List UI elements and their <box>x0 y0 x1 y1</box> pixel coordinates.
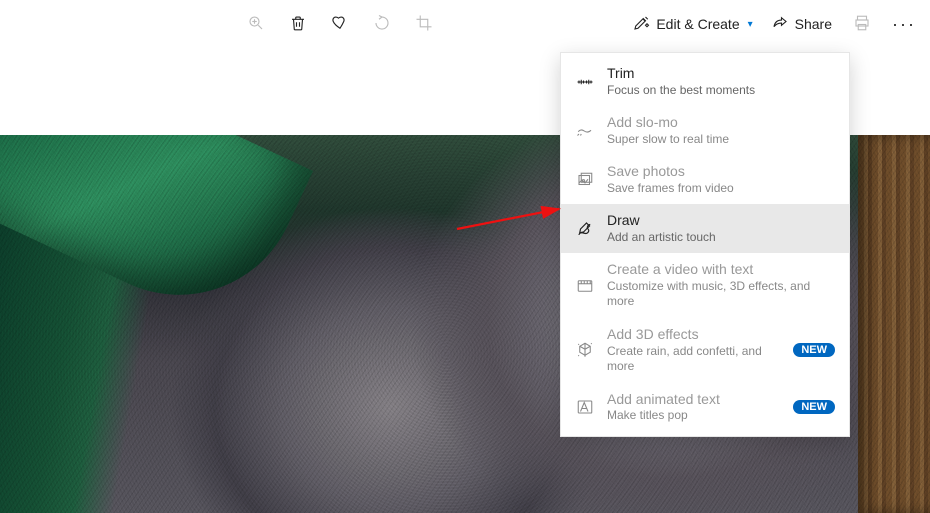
menu-item-text: TrimFocus on the best moments <box>607 65 835 98</box>
slomo-icon <box>575 122 595 140</box>
menu-item-text: Add animated textMake titles pop <box>607 391 781 424</box>
menu-item-subtitle: Make titles pop <box>607 408 781 424</box>
menu-item-subtitle: Focus on the best moments <box>607 83 835 99</box>
savephotos-icon <box>575 171 595 189</box>
favorite-button[interactable] <box>322 6 358 42</box>
menu-item-title: Add animated text <box>607 391 781 409</box>
new-badge: NEW <box>793 343 835 357</box>
more-button[interactable]: ··· <box>886 6 922 42</box>
menu-item-title: Draw <box>607 212 835 230</box>
menu-item-subtitle: Customize with music, 3D effects, and mo… <box>607 279 835 310</box>
draw-icon <box>575 220 595 238</box>
menu-item-title: Add 3D effects <box>607 326 781 344</box>
menu-item-draw[interactable]: DrawAdd an artistic touch <box>561 204 849 253</box>
videotext-icon <box>575 277 595 295</box>
toolbar-left-group <box>238 6 442 42</box>
trim-icon <box>575 73 595 91</box>
edit-create-menu: TrimFocus on the best momentsAdd slo-moS… <box>560 52 850 437</box>
menu-item-text: Save photosSave frames from video <box>607 163 835 196</box>
menu-item-title: Add slo-mo <box>607 114 835 132</box>
3deffects-icon <box>575 341 595 359</box>
share-icon <box>771 14 789 35</box>
print-button[interactable] <box>844 6 880 42</box>
menu-item-slomo[interactable]: Add slo-moSuper slow to real time <box>561 106 849 155</box>
app-toolbar: Edit & Create ▾ Share ··· <box>0 0 930 48</box>
menu-item-subtitle: Create rain, add confetti, and more <box>607 344 781 375</box>
edit-create-label: Edit & Create <box>656 16 739 32</box>
rotate-icon <box>373 14 391 35</box>
share-button[interactable]: Share <box>765 6 838 42</box>
menu-item-animtext[interactable]: Add animated textMake titles pop NEW <box>561 383 849 432</box>
menu-item-trim[interactable]: TrimFocus on the best moments <box>561 57 849 106</box>
menu-item-text: Add 3D effectsCreate rain, add confetti,… <box>607 326 781 375</box>
heart-icon <box>331 14 349 35</box>
share-label: Share <box>795 16 832 32</box>
menu-item-text: Add slo-moSuper slow to real time <box>607 114 835 147</box>
chevron-down-icon: ▾ <box>748 19 753 30</box>
crop-icon <box>415 14 433 35</box>
more-icon: ··· <box>892 14 916 35</box>
menu-item-subtitle: Super slow to real time <box>607 132 835 148</box>
crop-button[interactable] <box>406 6 442 42</box>
menu-item-subtitle: Add an artistic touch <box>607 230 835 246</box>
menu-item-title: Trim <box>607 65 835 83</box>
menu-item-videotext[interactable]: Create a video with textCustomize with m… <box>561 253 849 318</box>
animtext-icon <box>575 398 595 416</box>
menu-item-subtitle: Save frames from video <box>607 181 835 197</box>
edit-create-icon <box>632 14 650 35</box>
edit-create-dropdown-button[interactable]: Edit & Create ▾ <box>626 6 758 42</box>
new-badge: NEW <box>793 400 835 414</box>
menu-item-title: Create a video with text <box>607 261 835 279</box>
zoom-button[interactable] <box>238 6 274 42</box>
menu-item-title: Save photos <box>607 163 835 181</box>
menu-item-3deffects[interactable]: Add 3D effectsCreate rain, add confetti,… <box>561 318 849 383</box>
menu-item-text: DrawAdd an artistic touch <box>607 212 835 245</box>
toolbar-right-group: Edit & Create ▾ Share ··· <box>626 6 922 42</box>
delete-button[interactable] <box>280 6 316 42</box>
menu-item-savephotos[interactable]: Save photosSave frames from video <box>561 155 849 204</box>
trash-icon <box>289 14 307 35</box>
menu-item-text: Create a video with textCustomize with m… <box>607 261 835 310</box>
rotate-button[interactable] <box>364 6 400 42</box>
print-icon <box>853 14 871 35</box>
zoom-icon <box>247 14 265 35</box>
